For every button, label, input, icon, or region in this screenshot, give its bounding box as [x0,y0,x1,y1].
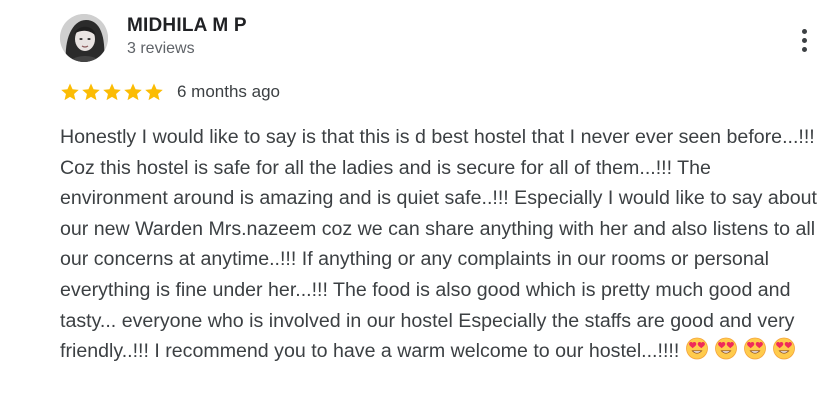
more-vertical-icon-dot [801,28,807,34]
author-name[interactable]: MIDHILA M P [127,15,247,37]
heart-eyes-emoji-icon [773,337,796,360]
emoji-row [685,336,796,360]
review-date: 6 months ago [177,82,281,101]
more-vertical-icon-dot [801,46,807,52]
profile-photo-icon [60,14,108,62]
more-vertical-icon-dot [801,37,807,43]
review-body: Honestly I would like to say is that thi… [60,126,817,363]
review-text: Honestly I would like to say is that thi… [60,122,820,367]
star-rating [60,82,164,102]
star-icon [61,83,79,101]
heart-eyes-emoji-icon [744,337,767,360]
avatar[interactable] [60,14,108,62]
author-review-count[interactable]: 3 reviews [127,40,195,58]
heart-eyes-emoji-icon [686,337,709,360]
rating-row: 6 months ago [60,80,280,104]
more-options-button[interactable] [790,20,818,60]
star-icon [103,83,121,101]
star-icon [145,83,163,101]
star-icon [82,83,100,101]
heart-eyes-emoji-icon [715,337,738,360]
star-icon [124,83,142,101]
review-card: MIDHILA M P 3 reviews 6 months ago Hones… [0,0,830,418]
